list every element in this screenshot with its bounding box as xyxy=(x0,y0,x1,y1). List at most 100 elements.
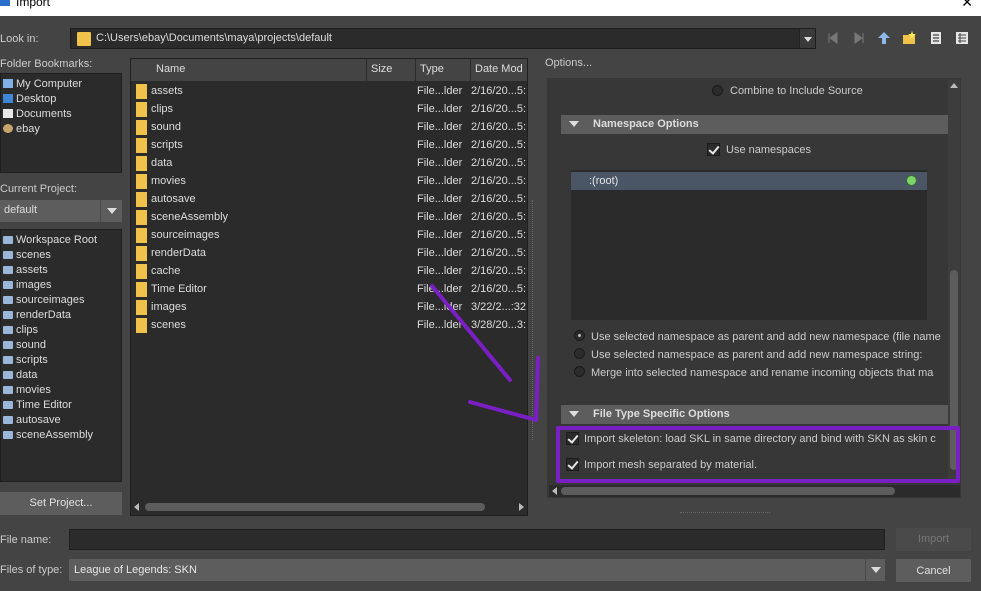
bookmark-documents[interactable]: Documents xyxy=(3,108,72,123)
documents-icon xyxy=(3,109,13,118)
file-row[interactable]: renderData File...lder 2/16/20...5: xyxy=(133,245,526,263)
import-button[interactable]: Import xyxy=(896,528,971,551)
parent-folder-up-icon[interactable] xyxy=(877,31,891,45)
folder-icon xyxy=(3,236,13,244)
workspace-item[interactable]: sound xyxy=(3,339,46,354)
namespace-radio-3[interactable] xyxy=(574,366,585,377)
folder-icon xyxy=(136,264,147,279)
bookmarks-label: Folder Bookmarks: xyxy=(0,58,93,70)
column-header-size[interactable]: Size xyxy=(367,59,416,81)
scroll-left-icon[interactable] xyxy=(552,487,557,495)
file-row[interactable]: sourceimages File...lder 2/16/20...5: xyxy=(133,227,526,245)
collapse-arrow-icon[interactable] xyxy=(569,121,579,127)
file-row[interactable]: cache File...lder 2/16/20...5: xyxy=(133,263,526,281)
namespace-options-header[interactable]: Namespace Options xyxy=(561,115,948,134)
scroll-left-icon[interactable] xyxy=(134,503,139,511)
namespace-radio-1[interactable] xyxy=(574,330,585,341)
folder-icon xyxy=(136,84,147,99)
forward-arrow-icon[interactable] xyxy=(852,31,866,45)
splitter-handle[interactable] xyxy=(680,512,770,514)
close-icon[interactable]: ✕ xyxy=(961,0,973,11)
new-folder-icon[interactable] xyxy=(902,31,916,45)
status-dot-icon xyxy=(906,175,917,186)
look-in-path: C:\Users\ebay\Documents\maya\projects\de… xyxy=(96,32,332,44)
maya-app-icon xyxy=(0,0,10,6)
file-row[interactable]: sound File...lder 2/16/20...5: xyxy=(133,119,526,137)
folder-icon xyxy=(136,228,147,243)
workspace-item[interactable]: autosave xyxy=(3,414,61,429)
folder-icon xyxy=(136,192,147,207)
combine-label: Combine to Include Source xyxy=(730,85,863,97)
project-combo[interactable]: default xyxy=(0,200,122,222)
detail-view-icon[interactable] xyxy=(955,31,969,45)
back-arrow-icon[interactable] xyxy=(826,31,840,45)
file-row[interactable]: assets File...lder 2/16/20...5: xyxy=(133,83,526,101)
workspace-item[interactable]: sourceimages xyxy=(3,294,84,309)
workspace-item[interactable]: scripts xyxy=(3,354,48,369)
column-header-type[interactable]: Type xyxy=(416,59,471,81)
workspace-item[interactable]: Workspace Root xyxy=(3,234,97,249)
namespace-tree[interactable]: :(root) xyxy=(571,170,927,320)
workspace-item[interactable]: scenes xyxy=(3,249,51,264)
scroll-up-icon[interactable] xyxy=(950,83,958,88)
use-namespaces-checkbox[interactable] xyxy=(707,143,720,156)
folder-icon xyxy=(3,416,13,424)
annotation-arrow-icon xyxy=(430,284,540,422)
file-row[interactable]: data File...lder 2/16/20...5: xyxy=(133,155,526,173)
folder-icon xyxy=(3,326,13,334)
workspace-item[interactable]: clips xyxy=(3,324,38,339)
cancel-button[interactable]: Cancel xyxy=(896,559,971,582)
workspace-item[interactable]: renderData xyxy=(3,309,71,324)
bookmark-desktop[interactable]: Desktop xyxy=(3,93,56,108)
file-name-input[interactable] xyxy=(69,529,885,550)
set-project-button[interactable]: Set Project... xyxy=(0,492,122,515)
look-in-combo[interactable]: C:\Users\ebay\Documents\maya\projects\de… xyxy=(70,28,816,49)
folder-icon xyxy=(136,120,147,135)
file-row[interactable]: movies File...lder 2/16/20...5: xyxy=(133,173,526,191)
look-in-label: Look in: xyxy=(0,33,39,45)
file-row[interactable]: sceneAssembly File...lder 2/16/20...5: xyxy=(133,209,526,227)
bookmarks-list: My Computer Desktop Documents ebay xyxy=(0,73,122,173)
workspace-item[interactable]: assets xyxy=(3,264,48,279)
file-type-combo[interactable]: League of Legends: SKN xyxy=(69,559,885,581)
file-type-options-header[interactable]: File Type Specific Options xyxy=(561,405,948,424)
workspace-item[interactable]: images xyxy=(3,279,51,294)
scrollbar-thumb[interactable] xyxy=(145,503,485,511)
workspace-item[interactable]: Time Editor xyxy=(3,399,72,414)
bookmark-my-computer[interactable]: My Computer xyxy=(3,78,82,93)
file-row[interactable]: clips File...lder 2/16/20...5: xyxy=(133,101,526,119)
folder-icon xyxy=(3,251,13,259)
scrollbar-thumb[interactable] xyxy=(561,487,895,495)
collapse-arrow-icon[interactable] xyxy=(569,411,579,417)
scroll-right-icon[interactable] xyxy=(519,503,524,511)
file-row[interactable]: autosave File...lder 2/16/20...5: xyxy=(133,191,526,209)
file-list-hscrollbar[interactable] xyxy=(131,500,527,514)
column-header-name[interactable]: Name xyxy=(131,59,367,81)
chevron-down-icon[interactable] xyxy=(865,559,885,581)
column-header-date[interactable]: Date Mod xyxy=(471,59,527,81)
options-vscrollbar[interactable] xyxy=(948,80,960,480)
workspace-item[interactable]: sceneAssembly xyxy=(3,429,93,444)
combine-radio[interactable] xyxy=(712,85,723,96)
namespace-root-item[interactable]: :(root) xyxy=(571,172,927,190)
title-bar: Import ✕ xyxy=(0,0,981,16)
workspace-item[interactable]: data xyxy=(3,369,37,384)
folder-icon xyxy=(3,266,13,274)
use-namespaces-label: Use namespaces xyxy=(726,144,811,156)
folder-icon xyxy=(136,156,147,171)
chevron-down-icon[interactable] xyxy=(799,29,815,48)
folder-icon xyxy=(136,282,147,297)
namespace-radio-2[interactable] xyxy=(574,348,585,359)
folder-icon xyxy=(136,174,147,189)
file-name-label: File name: xyxy=(0,534,52,546)
folder-icon xyxy=(3,281,13,289)
folder-icon xyxy=(136,246,147,261)
bookmark-ebay[interactable]: ebay xyxy=(3,123,40,138)
list-view-icon[interactable] xyxy=(929,31,943,45)
folder-icon xyxy=(3,341,13,349)
options-hscrollbar[interactable] xyxy=(549,485,960,497)
workspace-item[interactable]: movies xyxy=(3,384,51,399)
file-row[interactable]: scripts File...lder 2/16/20...5: xyxy=(133,137,526,155)
folder-icon xyxy=(136,210,147,225)
chevron-down-icon[interactable] xyxy=(100,200,122,222)
